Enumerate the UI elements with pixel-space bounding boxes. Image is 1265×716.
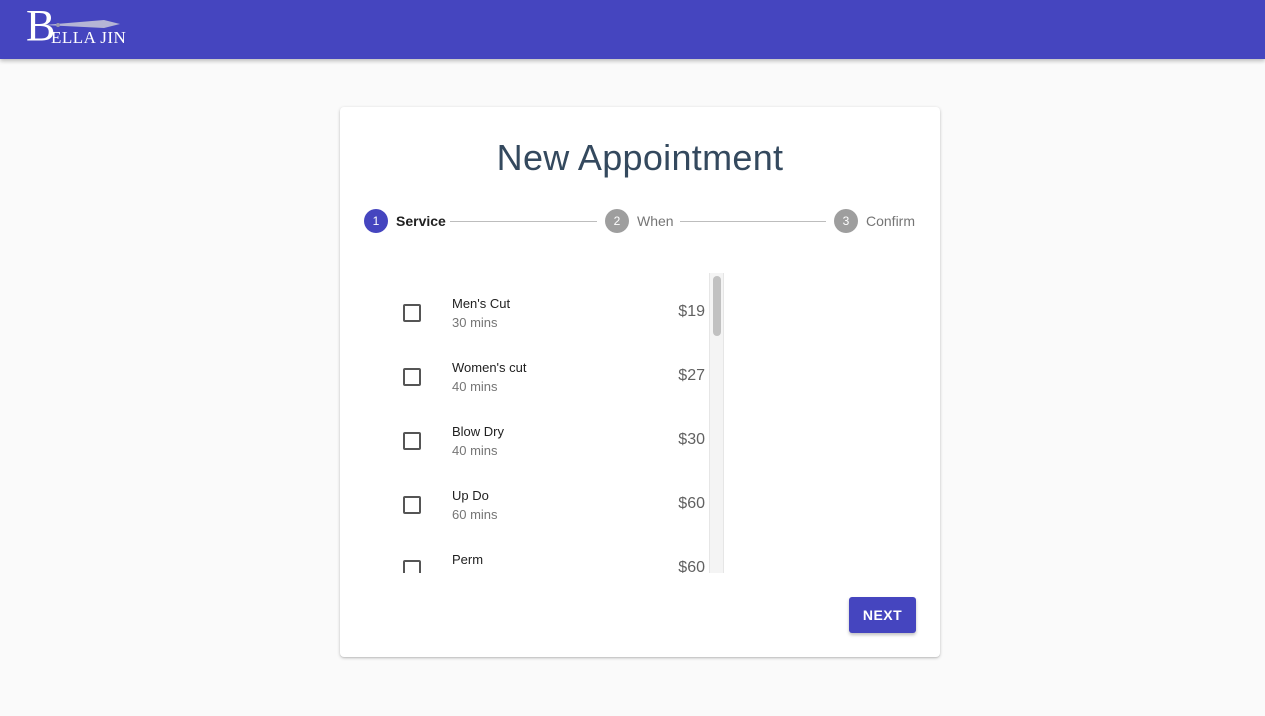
appointment-card: New Appointment 1 Service 2 When 3 Confi… xyxy=(340,107,940,657)
service-item-womens-cut[interactable]: Women's cut 40 mins $27 xyxy=(380,337,709,401)
bella-jin-logo[interactable]: B ELLA JIN xyxy=(24,4,127,52)
step-3-label[interactable]: Confirm xyxy=(866,213,915,229)
service-item-mens-cut[interactable]: Men's Cut 30 mins $19 xyxy=(380,273,709,337)
service-duration: 60 mins xyxy=(452,507,498,522)
service-name: Blow Dry xyxy=(452,424,505,439)
step-2-label[interactable]: When xyxy=(637,213,674,229)
service-checkbox[interactable] xyxy=(403,496,421,514)
step-1-label[interactable]: Service xyxy=(396,213,446,229)
step-connector xyxy=(450,221,597,222)
service-item-perm[interactable]: Perm $60 xyxy=(380,529,709,573)
logo-text: ELLA JIN xyxy=(51,28,127,47)
list-scrollbar[interactable] xyxy=(709,273,724,573)
service-duration: 40 mins xyxy=(452,443,498,458)
service-name: Women's cut xyxy=(452,360,527,375)
service-price: $19 xyxy=(678,303,705,320)
service-checkbox[interactable] xyxy=(403,368,421,386)
service-duration: 40 mins xyxy=(452,379,498,394)
service-name: Up Do xyxy=(452,488,489,503)
step-2-number[interactable]: 2 xyxy=(605,209,629,233)
app-bar: B ELLA JIN xyxy=(0,0,1265,59)
scrollbar-thumb[interactable] xyxy=(713,276,721,336)
service-checkbox[interactable] xyxy=(403,304,421,322)
service-price: $27 xyxy=(678,367,705,384)
step-1-number[interactable]: 1 xyxy=(364,209,388,233)
service-item-up-do[interactable]: Up Do 60 mins $60 xyxy=(380,465,709,529)
service-name: Men's Cut xyxy=(452,296,511,311)
service-price: $60 xyxy=(678,495,705,512)
service-checkbox[interactable] xyxy=(403,560,421,573)
step-connector xyxy=(680,221,826,222)
step-3-number[interactable]: 3 xyxy=(834,209,858,233)
stepper: 1 Service 2 When 3 Confirm xyxy=(340,209,940,233)
service-duration: 30 mins xyxy=(452,315,498,330)
next-button[interactable]: NEXT xyxy=(849,597,916,633)
service-item-blow-dry[interactable]: Blow Dry 40 mins $30 xyxy=(380,401,709,465)
service-name: Perm xyxy=(452,552,484,567)
page-title: New Appointment xyxy=(496,137,784,178)
service-list[interactable]: Men's Cut 30 mins $19 Women's cut 40 min… xyxy=(380,273,724,573)
service-checkbox[interactable] xyxy=(403,432,421,450)
service-price: $60 xyxy=(678,559,705,573)
service-price: $30 xyxy=(678,431,705,448)
